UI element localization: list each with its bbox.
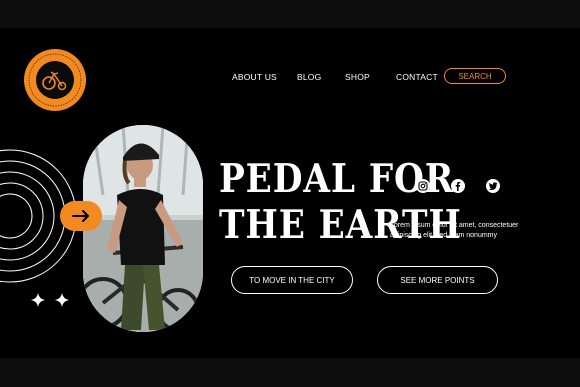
hero-photo-cyclist — [83, 125, 203, 332]
sparkle-icon — [55, 293, 69, 307]
arrow-right-icon — [72, 210, 89, 222]
facebook-icon — [455, 181, 461, 191]
twitter-link[interactable] — [486, 179, 500, 193]
nav-contact[interactable]: CONTACT — [396, 72, 438, 82]
nav-blog[interactable]: BLOG — [297, 72, 321, 82]
hero-headline: PEDAL FOR THE EARTH — [219, 156, 462, 248]
see-more-points-button[interactable]: SEE MORE POINTS — [377, 266, 498, 294]
instagram-link[interactable] — [416, 179, 430, 193]
twitter-icon — [488, 182, 498, 191]
headline-line-1: PEDAL FOR — [219, 156, 455, 202]
search-button[interactable]: SEARCH — [444, 68, 506, 84]
nav-shop[interactable]: SHOP — [345, 72, 370, 82]
sparkle-icon — [31, 293, 45, 307]
headline-line-2: THE EARTH — [219, 202, 462, 248]
move-in-city-button[interactable]: TO MOVE IN THE CITY — [231, 266, 353, 294]
next-arrow-button[interactable] — [60, 201, 102, 231]
landing-page: ABOUT US BLOG SHOP CONTACT SEARCH PEDAL … — [0, 28, 580, 358]
nav-about-us[interactable]: ABOUT US — [232, 72, 277, 82]
hero-body-text: Lorem ipsum dolor sit amet, consectetuer… — [390, 222, 519, 239]
facebook-link[interactable] — [451, 179, 465, 193]
brand-logo[interactable] — [24, 49, 86, 111]
instagram-icon — [418, 181, 428, 191]
logo-ring-text — [28, 53, 82, 107]
cyclist-illustration — [83, 125, 203, 332]
